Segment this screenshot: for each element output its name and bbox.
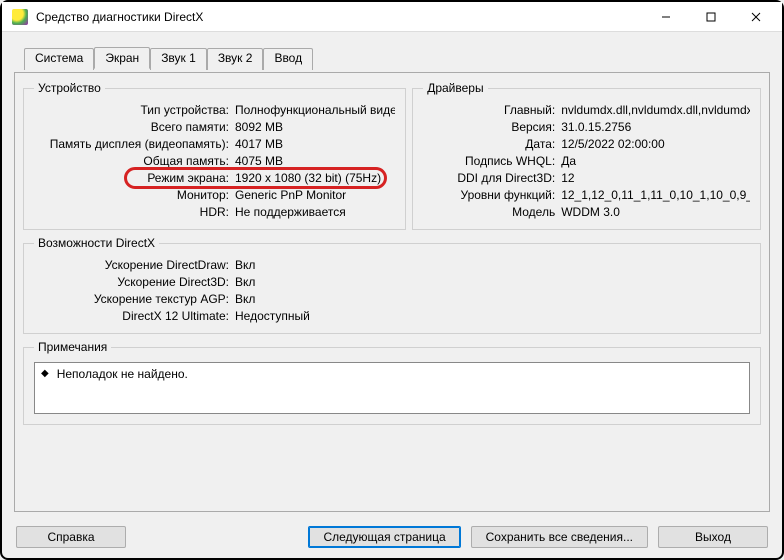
dxdiag-window: Средство диагностики DirectX Система Экр… [0, 0, 784, 560]
footer: Справка Следующая страница Сохранить все… [2, 520, 782, 558]
device-totalmem: Всего памяти:8092 MB [34, 120, 395, 134]
content: Система Экран Звук 1 Звук 2 Ввод Устройс… [2, 32, 782, 520]
close-button[interactable] [733, 2, 778, 32]
exit-button[interactable]: Выход [658, 526, 768, 548]
notes-box: ◆ Неполадок не найдено. [34, 362, 750, 414]
tab-sound2[interactable]: Звук 2 [207, 48, 264, 70]
device-sharedmem: Общая память:4075 MB [34, 154, 395, 168]
window-controls [643, 2, 778, 32]
help-button[interactable]: Справка [16, 526, 126, 548]
next-page-button[interactable]: Следующая страница [308, 526, 460, 548]
device-monitor: Монитор:Generic PnP Monitor [34, 188, 395, 202]
caps-directdraw: Ускорение DirectDraw:Вкл [34, 258, 750, 272]
tab-panel: Устройство Тип устройства:Полнофункциона… [14, 72, 770, 512]
titlebar: Средство диагностики DirectX [2, 2, 782, 32]
window-title: Средство диагностики DirectX [36, 10, 643, 24]
save-button[interactable]: Сохранить все сведения... [471, 526, 648, 548]
app-icon [12, 9, 28, 25]
notes-fieldset: Примечания ◆ Неполадок не найдено. [23, 340, 761, 425]
caps-agp: Ускорение текстур AGP:Вкл [34, 292, 750, 306]
driver-main: Главный:nvldumdx.dll,nvldumdx.dll,nvldum… [423, 103, 750, 117]
device-fieldset: Устройство Тип устройства:Полнофункциона… [23, 81, 406, 230]
tab-bar: Система Экран Звук 1 Звук 2 Ввод [24, 46, 770, 68]
caps-dx12u: DirectX 12 Ultimate:Недоступный [34, 309, 750, 323]
device-mode: Режим экрана:1920 x 1080 (32 bit) (75Hz) [34, 171, 395, 185]
driver-version: Версия:31.0.15.2756 [423, 120, 750, 134]
bullet-icon: ◆ [41, 367, 49, 381]
minimize-button[interactable] [643, 2, 688, 32]
drivers-list: Главный:nvldumdx.dll,nvldumdx.dll,nvldum… [423, 103, 750, 219]
driver-date: Дата:12/5/2022 02:00:00 [423, 137, 750, 151]
caps-fieldset: Возможности DirectX Ускорение DirectDraw… [23, 236, 761, 334]
notes-text: Неполадок не найдено. [57, 367, 188, 381]
device-legend: Устройство [34, 81, 105, 95]
device-type: Тип устройства:Полнофункциональный видео… [34, 103, 395, 117]
device-list: Тип устройства:Полнофункциональный видео… [34, 103, 395, 219]
drivers-legend: Драйверы [423, 81, 487, 95]
tab-screen[interactable]: Экран [94, 47, 150, 69]
top-row: Устройство Тип устройства:Полнофункциона… [23, 81, 761, 230]
notes-legend: Примечания [34, 340, 111, 354]
driver-wddm: МодельWDDM 3.0 [423, 205, 750, 219]
caps-list: Ускорение DirectDraw:Вкл Ускорение Direc… [34, 258, 750, 323]
caps-legend: Возможности DirectX [34, 236, 159, 250]
tab-sound1[interactable]: Звук 1 [150, 48, 207, 70]
maximize-button[interactable] [688, 2, 733, 32]
drivers-fieldset: Драйверы Главный:nvldumdx.dll,nvldumdx.d… [412, 81, 761, 230]
device-dispmem: Память дисплея (видеопамять):4017 MB [34, 137, 395, 151]
driver-whql: Подпись WHQL:Да [423, 154, 750, 168]
driver-ddi: DDI для Direct3D:12 [423, 171, 750, 185]
driver-flevels: Уровни функций:12_1,12_0,11_1,11_0,10_1,… [423, 188, 750, 202]
tab-input[interactable]: Ввод [263, 48, 313, 70]
tab-system[interactable]: Система [24, 48, 94, 70]
device-hdr: HDR:Не поддерживается [34, 205, 395, 219]
caps-direct3d: Ускорение Direct3D:Вкл [34, 275, 750, 289]
